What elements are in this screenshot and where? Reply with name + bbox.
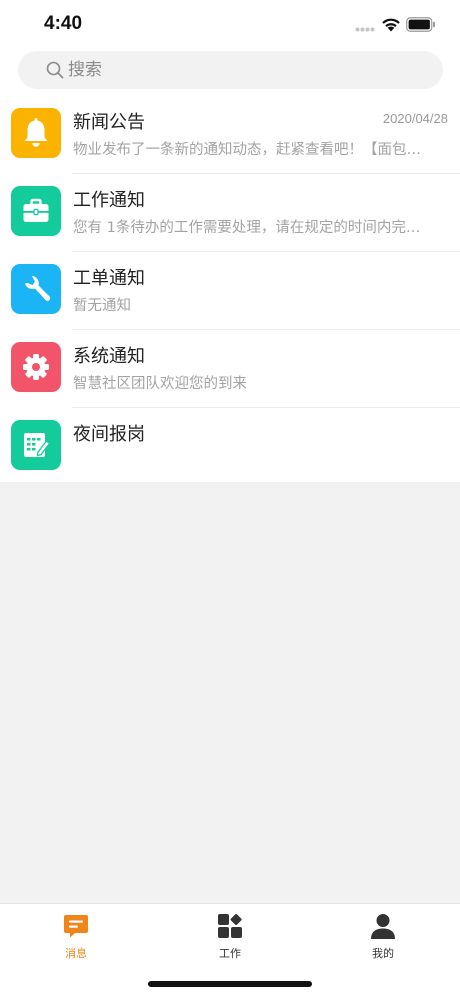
tab-mine[interactable]: 我的	[353, 911, 413, 963]
edit-form-icon	[24, 433, 51, 457]
apps-grid-icon	[218, 914, 242, 938]
item-subtitle: 暂无通知	[73, 298, 131, 314]
night-report-icon-tile	[11, 420, 61, 470]
tab-label: 消息	[65, 947, 87, 960]
tab-work[interactable]: 工作	[200, 911, 260, 963]
status-bar: 4:40	[0, 0, 460, 48]
search-bar	[0, 48, 460, 96]
item-subtitle: 您有 1条待办的工作需要处理，请在规定的时间内完…	[73, 220, 421, 236]
tab-messages[interactable]: 消息	[46, 911, 106, 963]
briefcase-icon	[23, 198, 49, 222]
cellular-signal-icon	[355, 27, 375, 32]
news-icon-tile	[11, 108, 61, 158]
item-subtitle: 物业发布了一条新的通知动态，赶紧查看吧！【面包…	[73, 142, 421, 158]
search-box[interactable]	[18, 51, 443, 89]
list-item-system-notice[interactable]: 系统通知 智慧社区团队欢迎您的到来	[0, 330, 460, 408]
gear-icon	[23, 354, 49, 380]
item-subtitle: 智慧社区团队欢迎您的到来	[73, 376, 247, 392]
wifi-icon	[382, 18, 400, 32]
item-title: 工单通知	[73, 268, 145, 289]
search-icon	[46, 61, 64, 79]
list-item-news-announcement[interactable]: 新闻公告 2020/04/28 物业发布了一条新的通知动态，赶紧查看吧！【面包…	[0, 96, 460, 174]
battery-icon	[406, 17, 435, 32]
tab-label: 工作	[219, 947, 241, 960]
list-item-work-order-notice[interactable]: 工单通知 暂无通知	[0, 252, 460, 330]
search-input[interactable]	[68, 51, 428, 89]
item-title: 新闻公告	[73, 112, 145, 133]
wrench-icon	[25, 276, 51, 301]
message-icon	[64, 915, 88, 938]
home-indicator	[148, 981, 312, 987]
work-notice-icon-tile	[11, 186, 61, 236]
user-icon	[371, 914, 395, 939]
bell-icon	[24, 118, 48, 147]
item-title: 系统通知	[73, 346, 145, 367]
item-title: 工作通知	[73, 190, 145, 211]
status-time: 4:40	[44, 13, 83, 34]
tab-label: 我的	[372, 947, 394, 960]
item-date: 2020/04/28	[382, 111, 448, 126]
list-item-work-notice[interactable]: 工作通知 您有 1条待办的工作需要处理，请在规定的时间内完…	[0, 174, 460, 252]
tab-bar: 消息 工作 我的	[0, 903, 460, 996]
work-order-icon-tile	[11, 264, 61, 314]
item-title: 夜间报岗	[73, 424, 145, 445]
system-notice-icon-tile	[11, 342, 61, 392]
list-item-night-duty-report[interactable]: 夜间报岗	[0, 408, 460, 486]
messages-screen: 4:40 搜索 新闻公告 2020/04/28 物业发布了一条新的通知动态，赶紧…	[0, 0, 460, 996]
message-list: 新闻公告 2020/04/28 物业发布了一条新的通知动态，赶紧查看吧！【面包……	[0, 96, 460, 482]
